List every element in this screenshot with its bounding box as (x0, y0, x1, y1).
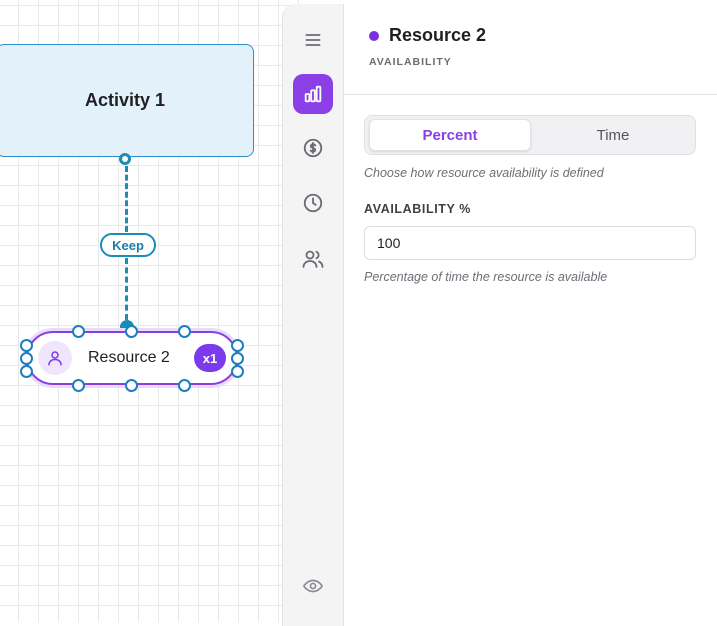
resize-handle-left[interactable] (20, 339, 33, 352)
menu-icon[interactable] (293, 20, 333, 60)
resource-node-label: Resource 2 (88, 349, 170, 366)
mode-option-time[interactable]: Time (533, 119, 693, 151)
activity-node-label: Activity 1 (84, 90, 166, 110)
mode-hint: Choose how resource availability is defi… (364, 166, 604, 180)
chart-icon[interactable] (293, 74, 333, 114)
panel-subtitle: AVAILABILITY (369, 56, 452, 68)
resize-handle-left[interactable] (20, 365, 33, 378)
activity-node[interactable]: Activity 1 (0, 44, 254, 157)
resize-handle-top[interactable] (178, 325, 191, 338)
link-line-lower[interactable] (125, 258, 128, 320)
link-keep-badge[interactable]: Keep (100, 233, 156, 257)
availability-input[interactable] (364, 226, 696, 260)
resize-handle-top[interactable] (72, 325, 85, 338)
availability-hint: Percentage of time the resource is avail… (364, 270, 608, 284)
status-dot (369, 31, 379, 41)
resize-handle-bottom[interactable] (125, 379, 138, 392)
resize-handle-right[interactable] (231, 339, 244, 352)
resource-count-badge: x1 (194, 344, 226, 372)
resize-handle-top[interactable] (125, 325, 138, 338)
availability-mode-toggle: Percent Time (364, 115, 696, 155)
activity-output-port[interactable] (119, 153, 131, 165)
side-icon-rail (282, 4, 344, 626)
resize-handle-left[interactable] (20, 352, 33, 365)
resize-handle-right[interactable] (231, 352, 244, 365)
clock-icon[interactable] (293, 183, 333, 223)
panel-header: Resource 2 AVAILABILITY (344, 4, 717, 95)
eye-icon[interactable] (293, 566, 333, 606)
flow-canvas[interactable]: Activity 1 Keep Resource 2 x1 (0, 0, 300, 622)
availability-label: AVAILABILITY % (364, 202, 472, 216)
panel-title: Resource 2 (389, 25, 487, 45)
resize-handle-bottom[interactable] (178, 379, 191, 392)
resource-node[interactable]: Resource 2 x1 (26, 331, 238, 385)
users-icon[interactable] (293, 239, 333, 279)
user-icon (38, 341, 72, 375)
resize-handle-bottom[interactable] (72, 379, 85, 392)
properties-panel: Resource 2 AVAILABILITY Percent Time Cho… (344, 4, 717, 622)
link-line-upper[interactable] (125, 166, 128, 232)
mode-option-percent[interactable]: Percent (369, 119, 531, 151)
dollar-icon[interactable] (293, 128, 333, 168)
resize-handle-right[interactable] (231, 365, 244, 378)
